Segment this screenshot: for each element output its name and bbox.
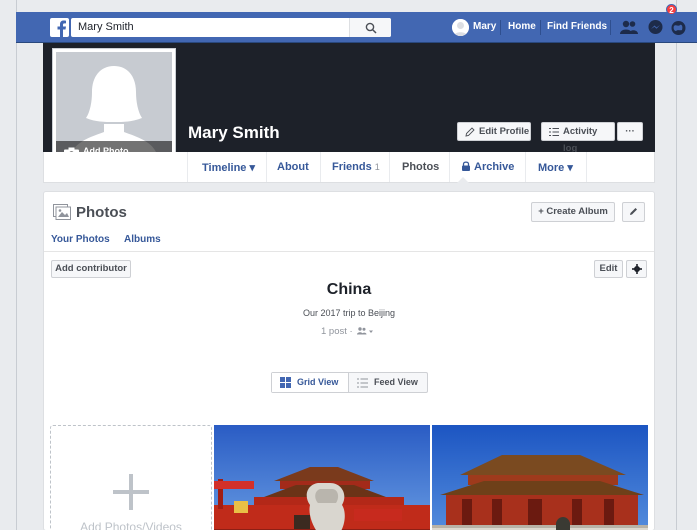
lock-icon	[462, 161, 470, 171]
feed-view-button[interactable]: Feed View	[350, 373, 428, 392]
add-photos-label: Add Photos/Videos	[80, 520, 182, 530]
album-meta: 1 post ·	[321, 326, 374, 337]
frame-right-line	[676, 0, 677, 530]
audience-friends-icon[interactable]	[357, 327, 374, 335]
friend-requests-icon[interactable]	[620, 19, 638, 36]
search-box: Mary Smith	[71, 18, 391, 37]
activity-log-button[interactable]: Activity log	[541, 122, 615, 154]
panel-divider	[44, 251, 654, 252]
album-photo-tiananmen[interactable]	[214, 425, 430, 530]
album-title: China	[326, 281, 372, 298]
facebook-logo-icon[interactable]	[50, 18, 69, 37]
nav-profile-link[interactable]: Mary	[473, 21, 496, 32]
gear-icon	[631, 264, 642, 274]
tab-archive[interactable]: Archive	[462, 161, 514, 173]
tab-separator	[586, 152, 587, 182]
photos-title: Photos	[76, 204, 127, 221]
more-dots-icon: ···	[625, 126, 635, 137]
add-photos-videos-tile[interactable]: Add Photos/Videos	[50, 425, 212, 530]
messenger-icon[interactable]	[647, 19, 664, 36]
plus-icon	[113, 474, 149, 510]
album-settings-button[interactable]	[626, 260, 647, 278]
profile-tab-bar: Timeline ▾ About Friends 1 Photos Archiv…	[43, 152, 655, 183]
notifications-globe-icon[interactable]	[670, 19, 687, 36]
tab-separator	[266, 152, 267, 182]
edit-photos-button[interactable]	[622, 202, 645, 222]
edit-profile-button[interactable]: Edit Profile	[457, 122, 531, 141]
top-navigation-bar: Mary Smith Mary Home Find Friends	[16, 12, 697, 43]
albums-link[interactable]: Albums	[124, 234, 161, 245]
nav-separator	[610, 20, 611, 35]
feed-view-label: Feed View	[374, 377, 418, 387]
more-options-button[interactable]: ···	[617, 122, 643, 141]
list-icon	[357, 378, 368, 388]
your-photos-link[interactable]: Your Photos	[51, 234, 110, 245]
list-icon	[549, 128, 559, 136]
tab-timeline[interactable]: Timeline ▾	[202, 161, 255, 174]
tab-friends[interactable]: Friends 1	[332, 161, 380, 173]
create-album-button[interactable]: + Create Album	[531, 202, 615, 222]
grid-icon	[280, 377, 291, 388]
tab-archive-label: Archive	[474, 161, 515, 173]
tab-more[interactable]: More ▾	[538, 161, 573, 174]
view-toggle: Grid View Feed View	[271, 372, 428, 393]
search-input[interactable]: Mary Smith	[78, 21, 134, 33]
tab-separator	[320, 152, 321, 182]
frame-left-line	[16, 0, 17, 530]
nav-separator	[540, 20, 541, 35]
tab-separator	[525, 152, 526, 182]
search-button[interactable]	[349, 18, 391, 37]
album-photo-forbidden-city[interactable]	[432, 425, 648, 530]
active-tab-indicator	[457, 177, 469, 183]
nav-separator	[500, 20, 501, 35]
edit-album-button[interactable]: Edit	[594, 260, 623, 278]
pencil-icon	[465, 127, 475, 137]
add-contributor-button[interactable]: Add contributor	[51, 260, 131, 278]
grid-view-label: Grid View	[297, 377, 339, 387]
tab-friends-label: Friends	[332, 161, 372, 173]
profile-name[interactable]: Mary Smith	[188, 123, 280, 143]
notification-count-badge: 2	[666, 4, 677, 15]
tab-separator	[449, 152, 450, 182]
tab-separator	[389, 152, 390, 182]
nav-home-link[interactable]: Home	[508, 21, 536, 32]
nav-find-friends-link[interactable]: Find Friends	[547, 21, 607, 32]
tab-separator	[187, 152, 188, 182]
profile-silhouette: Add Photo	[56, 52, 172, 167]
tab-photos[interactable]: Photos	[402, 161, 439, 173]
user-avatar-icon[interactable]	[452, 19, 469, 36]
pencil-icon	[630, 208, 637, 215]
album-description: Our 2017 trip to Beijing	[302, 308, 396, 318]
photos-icon	[53, 204, 71, 220]
photos-panel: Photos + Create Album Your Photos Albums…	[43, 191, 655, 530]
edit-profile-label: Edit Profile	[479, 126, 530, 137]
grid-view-button[interactable]: Grid View	[272, 373, 349, 392]
friend-count: 1	[374, 162, 380, 172]
search-icon	[365, 22, 377, 34]
album-post-count[interactable]: 1 post ·	[321, 326, 353, 337]
tab-about[interactable]: About	[277, 161, 309, 173]
